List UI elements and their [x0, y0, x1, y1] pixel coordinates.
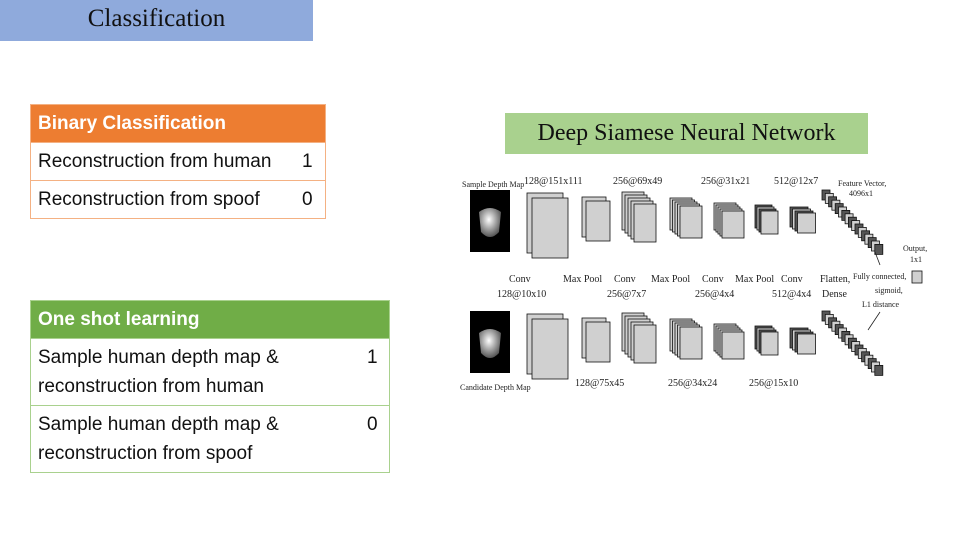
dim-label: 256@15x10 — [749, 378, 799, 389]
face-depth-shape — [479, 208, 501, 237]
output-size: 1x1 — [910, 255, 922, 264]
feature-map-layer — [585, 321, 611, 363]
feature-map-layer — [797, 333, 816, 355]
kernel-label: 256@7x7 — [607, 289, 647, 300]
feature-map-layer — [760, 331, 779, 356]
feature-map-layer — [633, 324, 657, 364]
fc-label: L1 distance — [862, 300, 900, 309]
dim-label: 128@75x45 — [575, 378, 625, 389]
feature-map-layer — [585, 200, 611, 242]
kernel-label: Dense — [822, 289, 847, 300]
sample-depth-map-label: Sample Depth Map — [462, 180, 525, 189]
feature-map-layer — [721, 210, 745, 239]
op-label: Max Pool — [563, 274, 603, 285]
feature-map-layer — [760, 210, 779, 235]
feature-vector-size: 4096x1 — [849, 189, 873, 198]
fc-label: Fully connected, — [853, 272, 907, 281]
dim-label: 256@31x21 — [701, 176, 751, 187]
op-label: Conv — [509, 274, 531, 285]
feature-map-layer — [679, 205, 703, 239]
feature-map-layer — [531, 318, 569, 380]
feature-map-layer — [531, 197, 569, 259]
dim-label: 512@12x7 — [774, 176, 819, 187]
siamese-network-diagram — [470, 189, 923, 380]
feature-map-layer — [633, 203, 657, 243]
output-label: Output, — [903, 244, 928, 253]
kernel-label: 128@10x10 — [497, 289, 547, 300]
op-label: Max Pool — [735, 274, 775, 285]
dim-label: 256@69x49 — [613, 176, 663, 187]
kernel-label: 512@4x4 — [772, 289, 812, 300]
face-depth-shape — [479, 329, 501, 358]
feature-map-layer — [797, 212, 816, 234]
kernel-label: 256@4x4 — [695, 289, 735, 300]
feature-map-layer — [721, 331, 745, 360]
dim-label: 128@151x111 — [524, 176, 583, 187]
dim-label: 256@34x24 — [668, 378, 718, 389]
fc-label: sigmoid, — [875, 286, 903, 295]
candidate-depth-map-label: Candidate Depth Map — [460, 383, 531, 392]
op-label: Conv — [614, 274, 636, 285]
feature-map-layer — [679, 326, 703, 360]
arrow-bottom — [867, 311, 881, 331]
feature-map-layer — [874, 364, 884, 376]
output-node — [911, 270, 923, 284]
op-label: Flatten, — [820, 274, 851, 285]
feature-map-layer — [874, 243, 884, 255]
op-label: Max Pool — [651, 274, 691, 285]
op-label: Conv — [702, 274, 724, 285]
op-label: Conv — [781, 274, 803, 285]
